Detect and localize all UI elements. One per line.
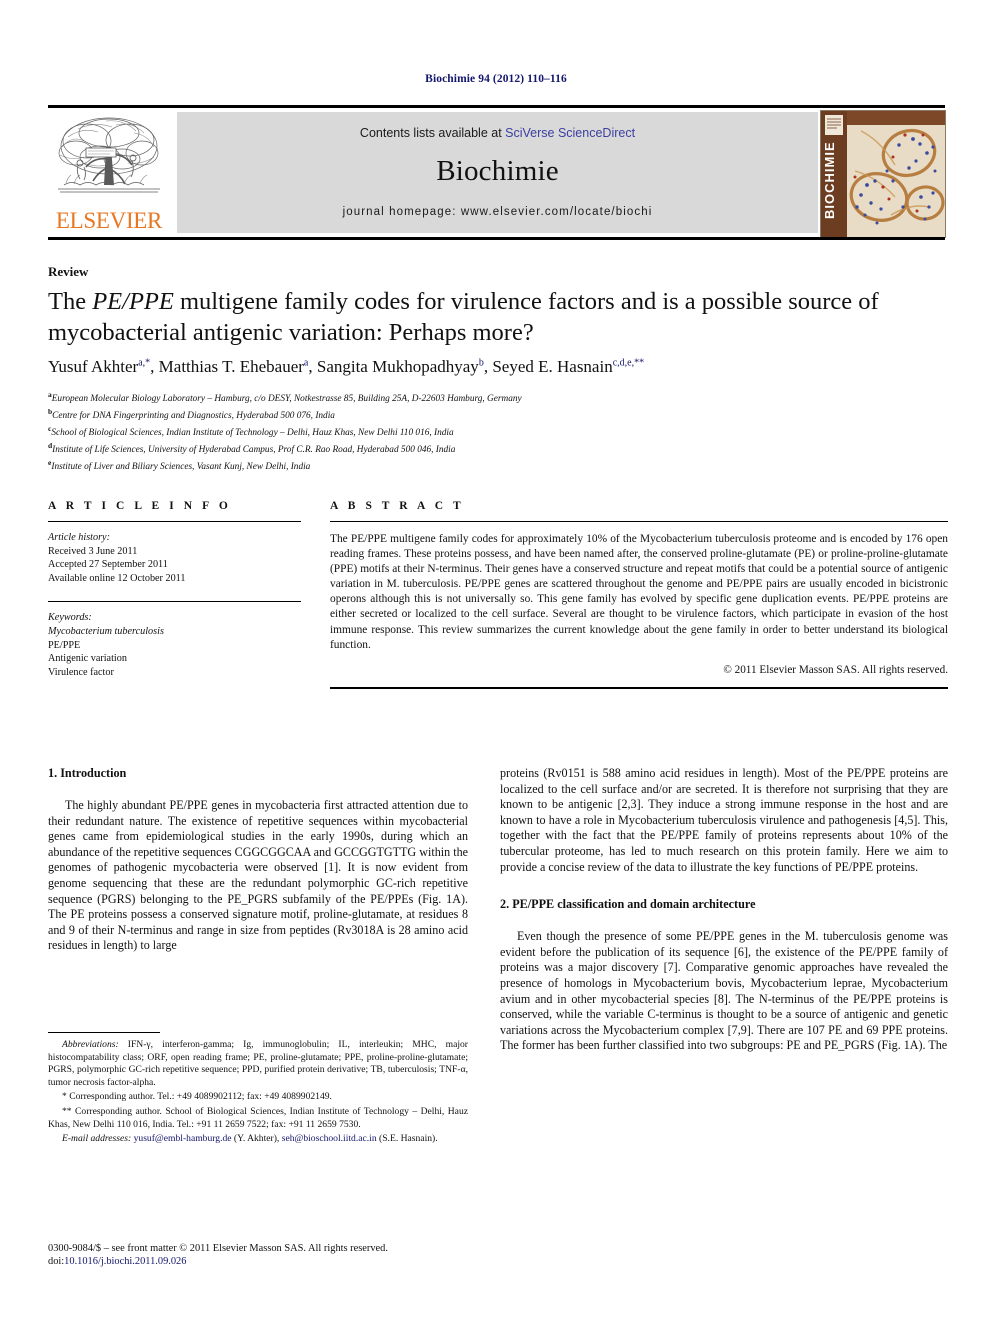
doi-link[interactable]: 10.1016/j.biochi.2011.09.026 (64, 1256, 186, 1267)
elsevier-tree-icon (54, 113, 164, 206)
abstract-text: The PE/PPE multigene family codes for ap… (330, 533, 948, 651)
email-link-1[interactable]: yusuf@embl-hamburg.de (134, 1133, 232, 1144)
section-1-paragraph: The highly abundant PE/PPE genes in myco… (48, 798, 468, 953)
masthead-bottom-rule (48, 237, 945, 240)
email-footnote: E-mail addresses: yusuf@embl-hamburg.de … (48, 1133, 468, 1146)
cover-spine-label: BIOCHIMIE (822, 141, 837, 219)
section-1-paragraph-continued: proteins (Rv0151 is 588 amino acid resid… (500, 766, 948, 874)
author-affil-marker: a (303, 357, 309, 369)
affiliation-list: aEuropean Molecular Biology Laboratory –… (48, 389, 948, 474)
article-type-label: Review (48, 264, 89, 279)
history-accepted: Accepted 27 September 2011 (48, 559, 168, 571)
body-column-left: 1. Introduction The highly abundant PE/P… (48, 766, 468, 963)
keyword-item: PE/PPE (48, 639, 81, 651)
author-affil-marker: c,d,e,** (612, 357, 645, 369)
corresponding-author-1: * Corresponding author. Tel.: +49 408990… (62, 1091, 332, 1103)
article-history: Article history: Received 3 June 2011 Ac… (48, 531, 301, 585)
abstract-bottom-rule (330, 686, 948, 689)
keywords-block: Keywords: Mycobacterium tuberculosis PE/… (48, 611, 301, 679)
title-post: multigene family codes for virulence fac… (173, 288, 879, 315)
history-online: Available online 12 October 2011 (48, 572, 186, 584)
email-label: E-mail addresses: (62, 1133, 132, 1145)
keyword-item: Virulence factor (48, 666, 114, 678)
abstract-heading: A B S T R A C T (330, 500, 465, 512)
article-info-heading: A R T I C L E I N F O (48, 500, 232, 512)
author[interactable]: Matthias T. Ehebauera (159, 357, 309, 376)
keywords-rule (48, 601, 301, 603)
affiliation-item: cSchool of Biological Sciences, Indian I… (48, 423, 948, 440)
article-title: The PE/PPE multigene family codes for vi… (48, 286, 948, 348)
journal-article-page: Biochimie 94 (2012) 110–116 ELSEVIER Con… (0, 0, 992, 1323)
affiliation-text: School of Biological Sciences, Indian In… (51, 428, 454, 439)
affiliation-text: Institute of Life Sciences, University o… (52, 445, 456, 456)
journal-cover-thumbnail: BIOCHIMIE (820, 110, 946, 238)
abstract-block: A B S T R A C T The PE/PPE multigene fam… (330, 500, 948, 689)
sciencedirect-link[interactable]: SciVerse ScienceDirect (505, 126, 635, 140)
doi-line: doi:10.1016/j.biochi.2011.09.026 (48, 1255, 478, 1268)
affiliation-text: European Molecular Biology Laboratory – … (51, 394, 522, 405)
abstract-copyright: © 2011 Elsevier Masson SAS. All rights r… (723, 663, 948, 676)
body-column-right: proteins (Rv0151 is 588 amino acid resid… (500, 766, 948, 1063)
author-list: Yusuf Akhtera,*, Matthias T. Ehebauera, … (48, 357, 645, 376)
abbreviations-footnote: Abbreviations: IFN-γ, interferon-gamma; … (48, 1039, 468, 1089)
masthead-grey-panel: Contents lists available at SciVerse Sci… (177, 112, 818, 233)
section-1-heading: 1. Introduction (48, 766, 127, 780)
title-line2: mycobacterial antigenic variation: Perha… (48, 319, 534, 346)
author[interactable]: Sangita Mukhopadhyayb (317, 357, 484, 376)
author-affil-marker: a,* (138, 357, 151, 369)
author-name: Sangita Mukhopadhyay (316, 357, 479, 376)
author-name: Seyed E. Hasnain (492, 357, 613, 376)
author[interactable]: Seyed E. Hasnainc,d,e,** (492, 357, 644, 376)
article-history-label: Article history: (48, 532, 110, 543)
contents-lists-prefix: Contents lists available at (359, 126, 506, 140)
title-emphasis: PE/PPE (92, 288, 174, 315)
email-owner-1: (Y. Akhter), (231, 1133, 282, 1145)
abbreviations-label: Abbreviations: (62, 1039, 119, 1050)
author[interactable]: Yusuf Akhtera,* (48, 357, 150, 376)
abstract-rule (330, 521, 948, 522)
footnote-block: Abbreviations: IFN-γ, interferon-gamma; … (48, 1032, 468, 1148)
affiliation-item: dInstitute of Life Sciences, University … (48, 440, 948, 457)
journal-title: Biochimie (436, 155, 559, 187)
journal-masthead: ELSEVIER Contents lists available at Sci… (48, 105, 946, 240)
running-head: Biochimie 94 (2012) 110–116 (425, 73, 567, 85)
article-info-rule (48, 521, 301, 522)
contents-lists-line: Contents lists available at SciVerse Sci… (177, 126, 818, 140)
section-2-heading: 2. PE/PPE classification and domain arch… (500, 897, 756, 912)
history-received: Received 3 June 2011 (48, 545, 138, 557)
keyword-item: Mycobacterium tuberculosis (48, 625, 164, 637)
affiliation-item: aEuropean Molecular Biology Laboratory –… (48, 389, 948, 406)
issn-line: 0300-9084/$ – see front matter © 2011 El… (48, 1243, 388, 1254)
footnote-rule (48, 1032, 160, 1033)
affiliation-text: Institute of Liver and Biliary Sciences,… (51, 462, 311, 473)
elsevier-wordmark: ELSEVIER (55, 208, 163, 233)
author-affil-marker: b (478, 357, 484, 369)
keyword-item: Antigenic variation (48, 653, 127, 665)
affiliation-text: Centre for DNA Fingerprinting and Diagno… (52, 411, 335, 422)
email-link-2[interactable]: seh@bioschool.iitd.ac.in (282, 1133, 377, 1144)
affiliation-item: bCentre for DNA Fingerprinting and Diagn… (48, 406, 948, 423)
email-owner-2: (S.E. Hasnain). (376, 1133, 438, 1145)
title-pre: The (48, 288, 93, 315)
masthead-top-rule (48, 105, 945, 108)
imprint-block: 0300-9084/$ – see front matter © 2011 El… (48, 1242, 478, 1269)
elsevier-logo: ELSEVIER (50, 111, 168, 235)
corresponding-author-2: ** Corresponding author. School of Biolo… (48, 1105, 468, 1130)
affiliation-item: eInstitute of Liver and Biliary Sciences… (48, 457, 948, 474)
doi-prefix: doi: (48, 1256, 65, 1268)
author-name: Matthias T. Ehebauer (158, 357, 304, 376)
keywords-label: Keywords: (48, 612, 92, 624)
article-info-block: A R T I C L E I N F O Article history: R… (48, 500, 301, 679)
journal-homepage-line[interactable]: journal homepage: www.elsevier.com/locat… (177, 206, 818, 218)
section-2-paragraph: Even though the presence of some PE/PPE … (500, 929, 948, 1053)
author-name: Yusuf Akhter (48, 357, 139, 376)
